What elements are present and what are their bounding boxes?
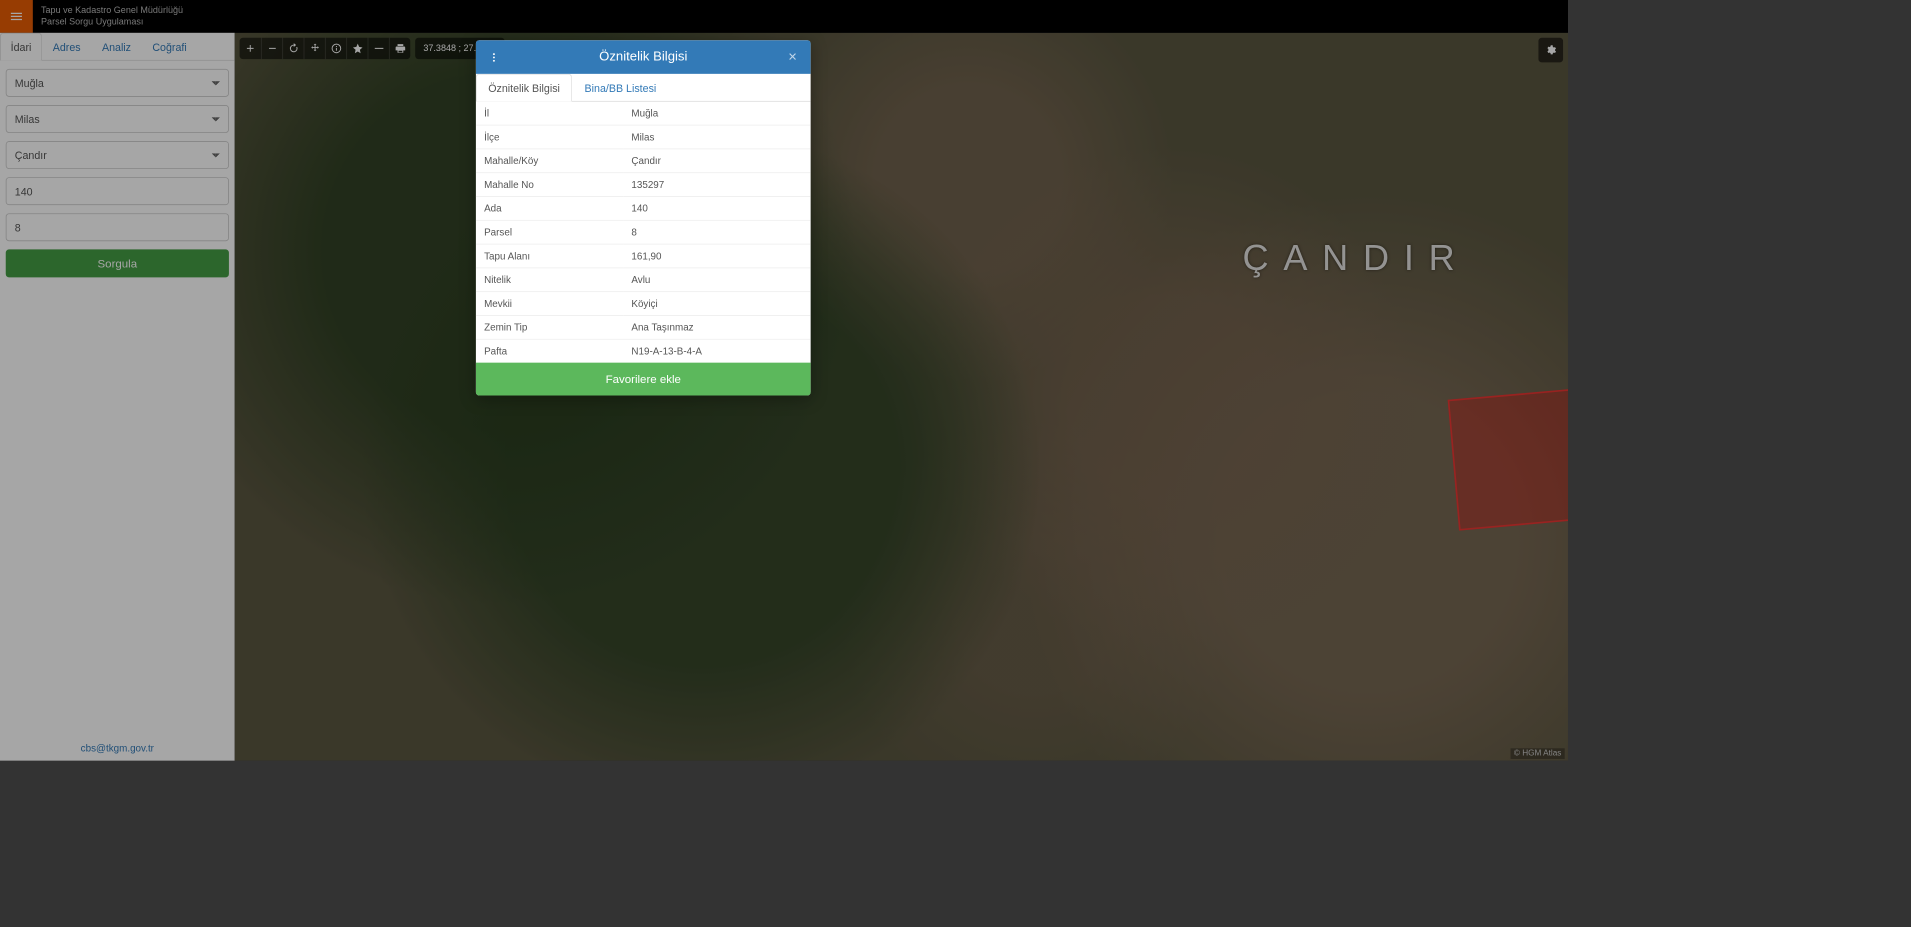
attr-row: Ada140: [476, 197, 811, 221]
attr-value: Çandır: [623, 149, 810, 173]
attr-row: Zemin TipAna Taşınmaz: [476, 315, 811, 339]
modal-tabs: Öznitelik Bilgisi Bina/BB Listesi: [476, 74, 811, 102]
modal-tab-bina[interactable]: Bina/BB Listesi: [572, 74, 668, 101]
attr-key: Mahalle No: [476, 173, 623, 197]
modal-title: Öznitelik Bilgisi: [502, 50, 784, 65]
attr-key: Pafta: [476, 339, 623, 362]
attr-value: Muğla: [623, 102, 810, 125]
attr-value: 140: [623, 197, 810, 221]
attr-row: İlMuğla: [476, 102, 811, 125]
attr-value: N19-A-13-B-4-A: [623, 339, 810, 362]
attribute-info-modal: Öznitelik Bilgisi × Öznitelik Bilgisi Bi…: [476, 40, 811, 395]
attr-key: İlçe: [476, 125, 623, 149]
attr-key: Tapu Alanı: [476, 244, 623, 268]
attr-row: NitelikAvlu: [476, 268, 811, 292]
kebab-icon: [488, 51, 499, 62]
add-favorite-button[interactable]: Favorilere ekle: [476, 363, 811, 396]
attr-key: Parsel: [476, 220, 623, 244]
attr-value: Avlu: [623, 268, 810, 292]
attr-row: Mahalle No135297: [476, 173, 811, 197]
attr-key: Nitelik: [476, 268, 623, 292]
attr-value: 135297: [623, 173, 810, 197]
modal-menu-button[interactable]: [486, 49, 502, 65]
attr-key: Zemin Tip: [476, 315, 623, 339]
attr-value: 161,90: [623, 244, 810, 268]
attr-key: Ada: [476, 197, 623, 221]
close-icon: ×: [788, 48, 797, 65]
attr-row: MevkiiKöyiçi: [476, 292, 811, 316]
attr-value: 8: [623, 220, 810, 244]
attr-row: İlçeMilas: [476, 125, 811, 149]
modal-header[interactable]: Öznitelik Bilgisi ×: [476, 40, 811, 74]
modal-close-button[interactable]: ×: [784, 49, 800, 65]
attr-row: Tapu Alanı161,90: [476, 244, 811, 268]
attr-row: PaftaN19-A-13-B-4-A: [476, 339, 811, 362]
attr-row: Parsel8: [476, 220, 811, 244]
attr-value: Ana Taşınmaz: [623, 315, 810, 339]
attr-key: Mahalle/Köy: [476, 149, 623, 173]
attr-key: Mevkii: [476, 292, 623, 316]
attr-value: Köyiçi: [623, 292, 810, 316]
modal-tab-oznitelik[interactable]: Öznitelik Bilgisi: [476, 74, 572, 102]
attribute-table: İlMuğlaİlçeMilasMahalle/KöyÇandırMahalle…: [476, 102, 811, 363]
attr-value: Milas: [623, 125, 810, 149]
attr-key: İl: [476, 102, 623, 125]
attr-row: Mahalle/KöyÇandır: [476, 149, 811, 173]
